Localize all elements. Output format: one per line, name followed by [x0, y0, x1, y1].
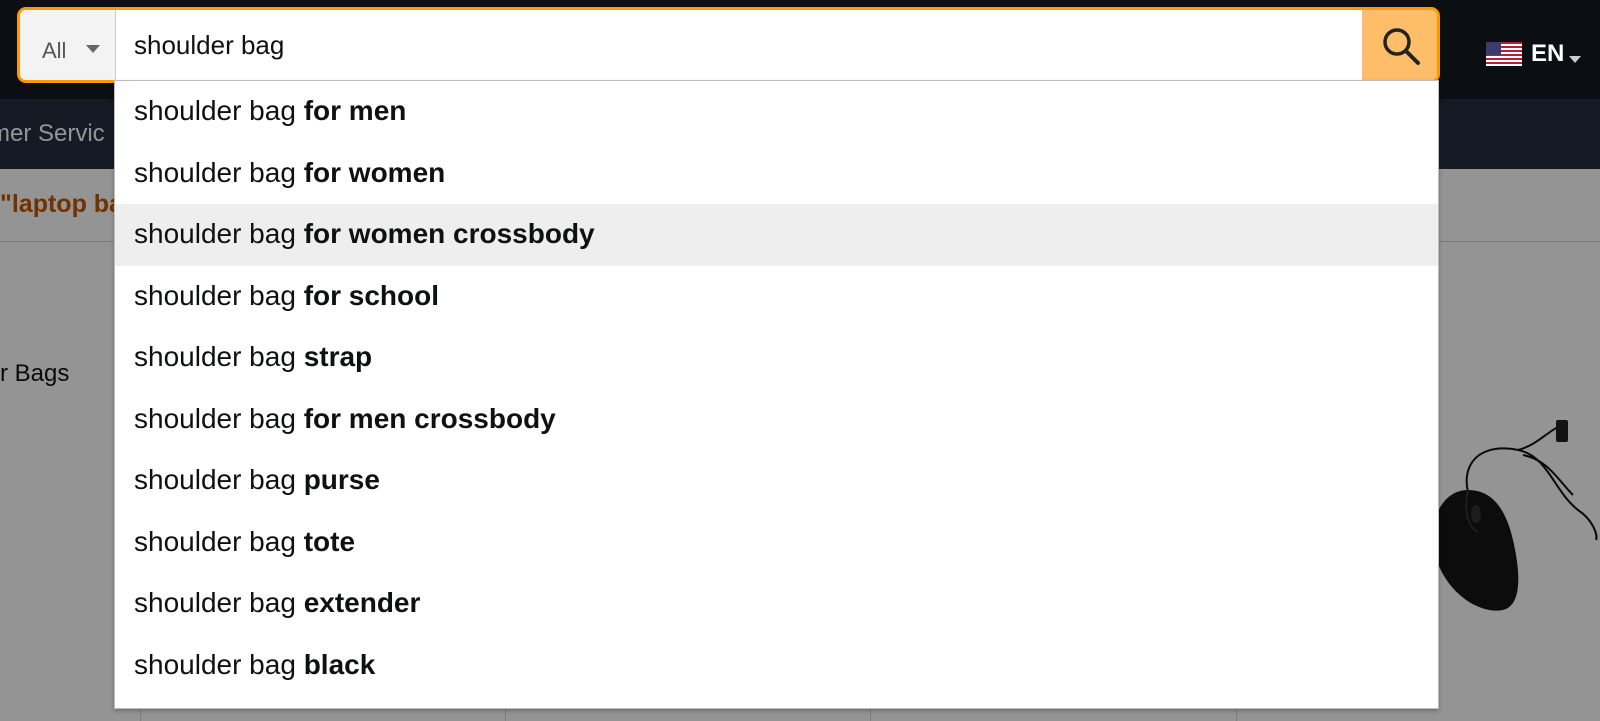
search-button[interactable] [1362, 10, 1437, 80]
suggestion-item[interactable]: shoulder bag for school [115, 266, 1438, 328]
suggestion-prefix: shoulder bag [134, 156, 296, 188]
caret-down-icon [1569, 56, 1581, 63]
suggestion-text: shoulder bag for women [134, 157, 445, 189]
suggestion-text: shoulder bag strap [134, 341, 372, 373]
us-flag-icon [1486, 42, 1522, 66]
suggestion-text: shoulder bag for men [134, 95, 406, 127]
search-input[interactable] [116, 10, 1378, 80]
suggestion-item[interactable]: shoulder bag for women [115, 143, 1438, 205]
suggestion-completion: for school [303, 279, 440, 311]
suggestion-text: shoulder bag tote [134, 526, 355, 558]
suggestion-item[interactable]: shoulder bag tote [115, 512, 1438, 574]
suggestion-text: shoulder bag black [134, 649, 375, 681]
suggestion-completion: for men crossbody [303, 402, 556, 434]
suggestion-completion: for men [303, 95, 407, 126]
suggestion-item[interactable]: shoulder bag for men crossbody [115, 389, 1438, 451]
suggestion-prefix: shoulder bag [134, 648, 296, 680]
suggestion-item[interactable]: shoulder bag for women crossbody [115, 204, 1438, 266]
suggestion-prefix: shoulder bag [134, 279, 296, 311]
suggestion-completion: for women crossbody [303, 218, 595, 249]
suggestion-completion: black [303, 648, 376, 680]
suggestion-text: shoulder bag extender [134, 587, 420, 619]
language-label: EN [1531, 40, 1565, 67]
suggestion-prefix: shoulder bag [134, 341, 296, 372]
suggestion-completion: purse [303, 464, 380, 495]
suggestion-text: shoulder bag for school [134, 280, 439, 312]
search-suggestions: shoulder bag for men shoulder bag for wom… [114, 80, 1439, 709]
suggestion-prefix: shoulder bag [134, 95, 296, 126]
suggestion-prefix: shoulder bag [134, 402, 296, 434]
department-select[interactable]: All [20, 10, 116, 80]
suggestion-item[interactable]: shoulder bag purse [115, 450, 1438, 512]
suggestion-prefix: shoulder bag [134, 218, 296, 249]
suggestion-prefix: shoulder bag [134, 525, 296, 557]
suggestion-item[interactable]: shoulder bag extender [115, 573, 1438, 635]
search-bar: All [17, 7, 1440, 83]
suggestion-item[interactable]: shoulder bag strap [115, 327, 1438, 389]
suggestion-text: shoulder bag for men crossbody [134, 403, 556, 435]
suggestion-prefix: shoulder bag [134, 587, 296, 618]
suggestion-completion: strap [303, 341, 373, 372]
caret-down-icon [86, 45, 100, 53]
department-label: All [42, 38, 67, 63]
suggestion-completion: extender [303, 587, 421, 618]
suggestion-text: shoulder bag purse [134, 464, 380, 496]
suggestion-prefix: shoulder bag [134, 464, 296, 495]
suggestion-text: shoulder bag for women crossbody [134, 218, 595, 250]
suggestion-completion: tote [303, 525, 356, 557]
search-icon [1383, 28, 1420, 65]
suggestion-completion: for women [303, 156, 446, 188]
suggestion-item[interactable]: shoulder bag black [115, 635, 1438, 697]
suggestion-item[interactable]: shoulder bag for men [115, 81, 1438, 143]
